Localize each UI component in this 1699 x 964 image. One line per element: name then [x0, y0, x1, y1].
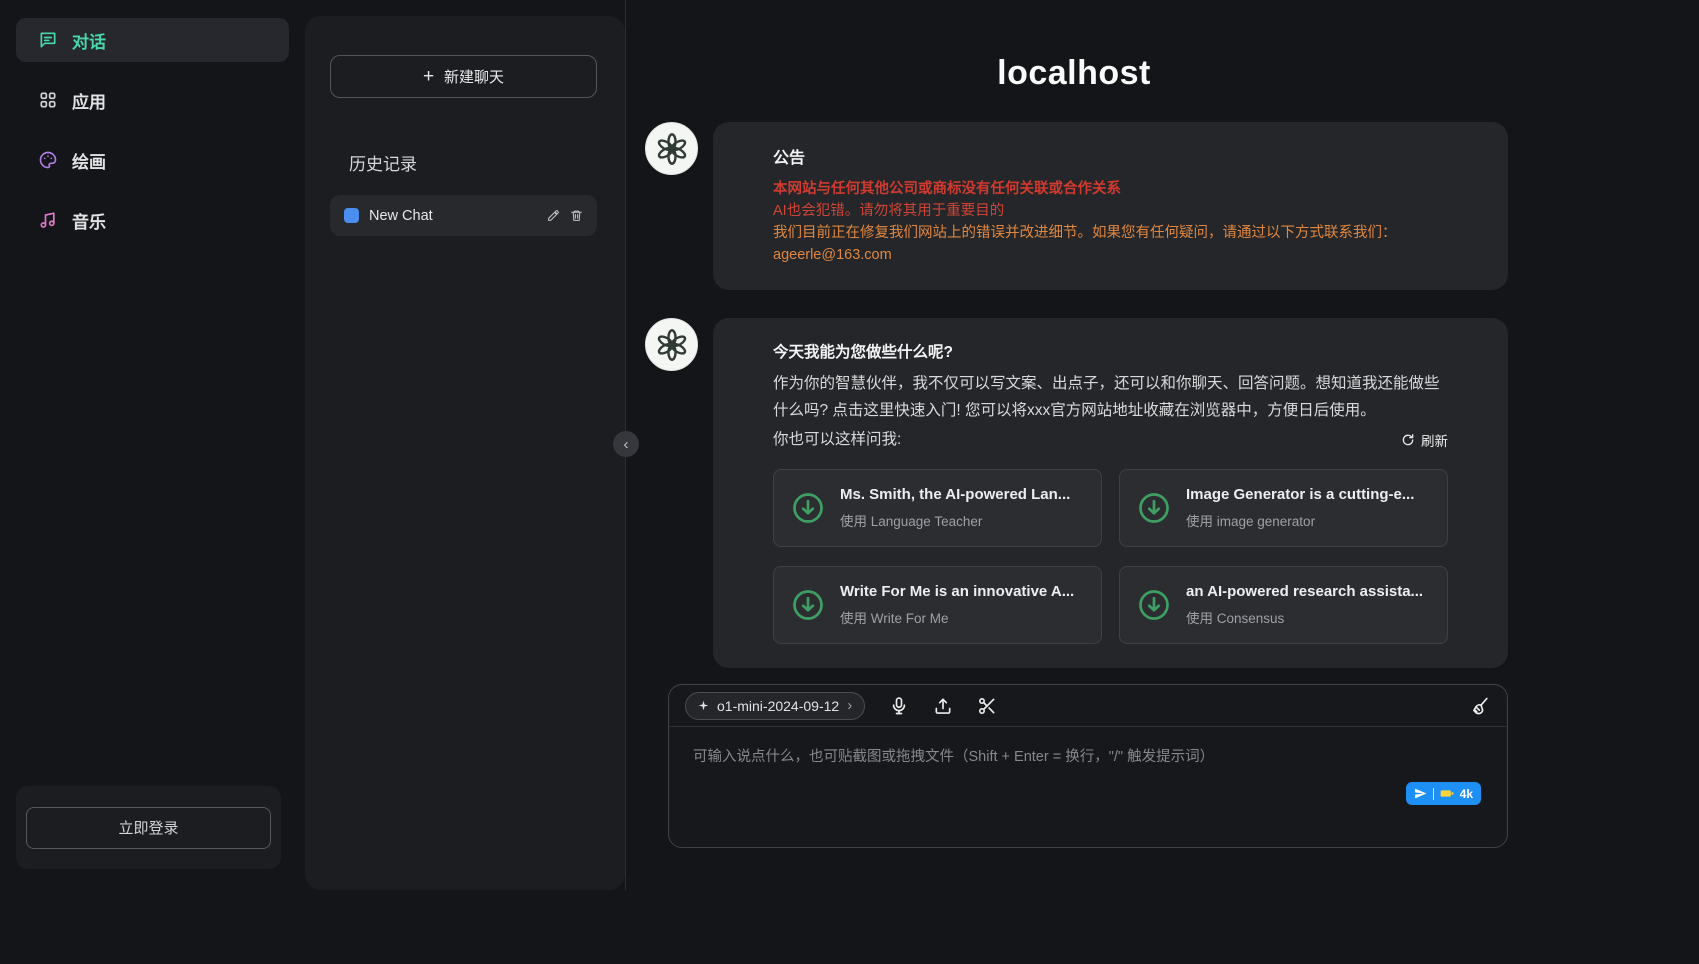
new-chat-button[interactable]: + 新建聊天 [330, 55, 597, 98]
sidebar-item-label: 应用 [72, 88, 106, 113]
suggestion-card[interactable]: an AI-powered research assista... 使用 Con… [1119, 566, 1448, 644]
login-panel: 立即登录 [16, 786, 281, 869]
sidebar-item-apps[interactable]: 应用 [16, 78, 289, 122]
refresh-suggestions-button[interactable]: 刷新 [1401, 430, 1448, 450]
suggestion-title: Ms. Smith, the AI-powered Lan... [840, 486, 1070, 503]
chat-main: localhost [626, 0, 1699, 964]
microphone-button[interactable] [889, 696, 909, 716]
login-button[interactable]: 立即登录 [26, 807, 271, 849]
suggestion-title: an AI-powered research assista... [1186, 583, 1423, 600]
new-chat-label: 新建聊天 [444, 66, 504, 87]
send-plane-icon [1414, 787, 1427, 800]
plus-icon: + [423, 67, 434, 86]
history-item-actions [547, 209, 583, 222]
refresh-icon [1401, 433, 1415, 447]
model-name: o1-mini-2024-09-12 [717, 698, 839, 714]
sidebar-item-label: 对话 [72, 28, 106, 53]
assistant-avatar [645, 318, 698, 371]
scissors-button[interactable] [977, 696, 997, 716]
announcement-card: 公告 本网站与任何其他公司或商标没有任何关联或合作关系 AI也会犯错。请勿将其用… [713, 122, 1508, 290]
history-item[interactable]: New Chat [330, 195, 597, 236]
welcome-card: 今天我能为您做些什么呢? 作为你的智慧伙伴，我不仅可以写文案、出点子，还可以和你… [713, 318, 1508, 668]
openai-logo-icon [655, 328, 689, 362]
chevron-right-icon: › [847, 698, 852, 713]
hint-row: 你也可以这样问我: 刷新 [773, 426, 1448, 453]
message-input[interactable] [669, 727, 1507, 807]
openai-logo-icon [655, 132, 689, 166]
announcement-heading: 公告 [773, 144, 1448, 168]
palette-icon [38, 150, 58, 170]
sparkle-icon [698, 700, 709, 711]
sidebar-item-label: 绘画 [72, 148, 106, 173]
sidebar: 对话 应用 绘画 [0, 0, 305, 964]
message-announcement: 公告 本网站与任何其他公司或商标没有任何关联或合作关系 AI也会犯错。请勿将其用… [645, 122, 1508, 290]
suggestion-texts: Write For Me is an innovative A... 使用 Wr… [840, 583, 1074, 627]
page-title: localhost [640, 52, 1508, 94]
suggestion-subtitle: 使用 Write For Me [840, 607, 1074, 627]
suggestion-texts: Image Generator is a cutting-e... 使用 ima… [1186, 486, 1414, 530]
suggestion-subtitle: 使用 Language Teacher [840, 510, 1070, 530]
announcement-line: 本网站与任何其他公司或商标没有任何关联或合作关系 [773, 178, 1448, 200]
app-root: 对话 应用 绘画 [0, 0, 1699, 964]
model-selector[interactable]: o1-mini-2024-09-12 › [685, 692, 865, 720]
chat-list-panel: + 新建聊天 历史记录 New Chat [305, 16, 625, 890]
collapse-sidebar-button[interactable]: ‹ [613, 431, 639, 457]
badge-divider [1433, 788, 1434, 800]
announcement-line: AI也会犯错。请勿将其用于重要目的 [773, 200, 1448, 222]
battery-icon [1440, 788, 1454, 799]
suggestion-texts: an AI-powered research assista... 使用 Con… [1186, 583, 1423, 627]
chat-content: localhost [640, 0, 1508, 848]
chat-bubble-icon [38, 30, 58, 50]
suggestion-title: Write For Me is an innovative A... [840, 583, 1074, 600]
prompt-arrow-icon [1136, 587, 1172, 623]
grid-icon [38, 90, 58, 110]
suggestion-subtitle: 使用 Consensus [1186, 607, 1423, 627]
composer: o1-mini-2024-09-12 › [668, 684, 1508, 848]
suggestion-grid: Ms. Smith, the AI-powered Lan... 使用 Lang… [773, 469, 1448, 644]
composer-toolbar: o1-mini-2024-09-12 › [669, 685, 1507, 727]
hint-text: 你也可以这样问我: [773, 426, 901, 453]
edit-pencil-icon[interactable] [547, 209, 560, 222]
history-title: 历史记录 [349, 150, 417, 175]
welcome-heading: 今天我能为您做些什么呢? [773, 340, 1448, 362]
suggestion-subtitle: 使用 image generator [1186, 510, 1414, 530]
suggestion-title: Image Generator is a cutting-e... [1186, 486, 1414, 503]
history-item-title: New Chat [369, 208, 537, 224]
welcome-body: 作为你的智慧伙伴，我不仅可以写文案、出点子，还可以和你聊天、回答问题。想知道我还… [773, 370, 1448, 424]
chat-color-icon [344, 208, 359, 223]
message-welcome: 今天我能为您做些什么呢? 作为你的智慧伙伴，我不仅可以写文案、出点子，还可以和你… [645, 318, 1508, 668]
music-note-icon [38, 210, 58, 230]
prompt-arrow-icon [1136, 490, 1172, 526]
suggestion-texts: Ms. Smith, the AI-powered Lan... 使用 Lang… [840, 486, 1070, 530]
suggestion-card[interactable]: Write For Me is an innovative A... 使用 Wr… [773, 566, 1102, 644]
sidebar-item-music[interactable]: 音乐 [16, 198, 289, 242]
prompt-arrow-icon [790, 490, 826, 526]
refresh-label: 刷新 [1421, 430, 1448, 450]
token-count-badge[interactable]: 4k [1406, 782, 1481, 805]
contact-email-link[interactable]: ageerle@163.com [773, 244, 892, 266]
assistant-avatar [645, 122, 698, 175]
suggestion-card[interactable]: Image Generator is a cutting-e... 使用 ima… [1119, 469, 1448, 547]
sidebar-item-chat[interactable]: 对话 [16, 18, 289, 62]
prompt-arrow-icon [790, 587, 826, 623]
upload-image-button[interactable] [933, 696, 953, 716]
sidebar-item-label: 音乐 [72, 208, 106, 233]
announcement-line: 我们目前正在修复我们网站上的错误并改进细节。如果您有任何疑问，请通过以下方式联系… [773, 222, 1448, 244]
delete-trash-icon[interactable] [570, 209, 583, 222]
clear-context-broom-button[interactable] [1471, 696, 1491, 716]
suggestion-card[interactable]: Ms. Smith, the AI-powered Lan... 使用 Lang… [773, 469, 1102, 547]
token-count: 4k [1460, 787, 1473, 801]
sidebar-item-paint[interactable]: 绘画 [16, 138, 289, 182]
